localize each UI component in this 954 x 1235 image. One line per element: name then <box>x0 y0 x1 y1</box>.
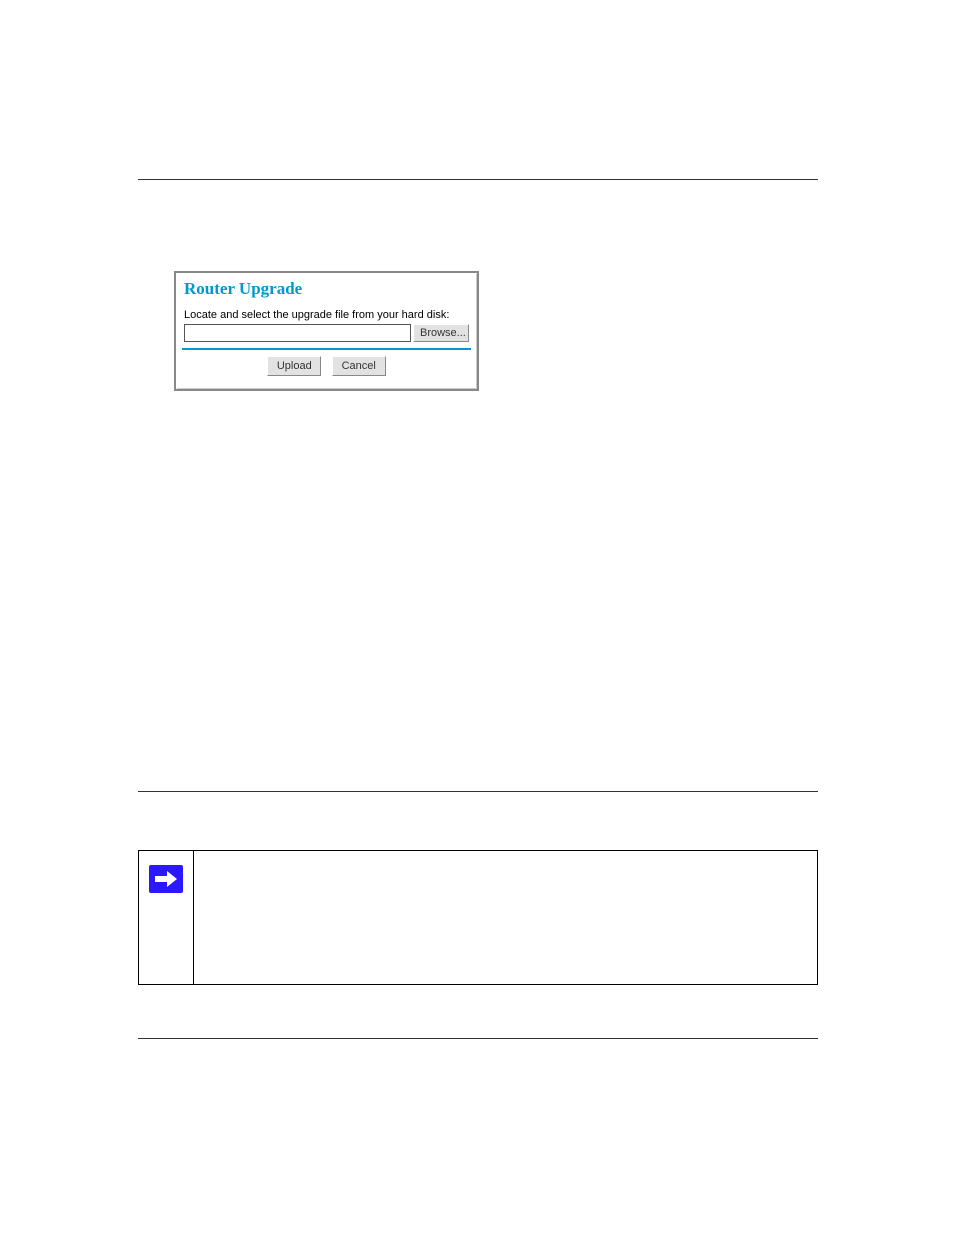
panel-divider <box>182 348 471 350</box>
upgrade-file-input[interactable] <box>184 324 411 342</box>
horizontal-rule <box>138 179 818 180</box>
note-icon-cell <box>139 851 194 984</box>
upload-button[interactable]: Upload <box>267 356 321 376</box>
cancel-button[interactable]: Cancel <box>332 356 386 376</box>
file-row: Browse... <box>184 324 469 342</box>
arrow-right-icon <box>149 865 183 893</box>
browse-button[interactable]: Browse... <box>413 324 469 342</box>
router-upgrade-panel: Router Upgrade Locate and select the upg… <box>174 271 479 391</box>
horizontal-rule <box>138 1038 818 1039</box>
note-text <box>194 851 817 984</box>
panel-button-row: Upload Cancel <box>184 356 469 376</box>
note-box <box>138 850 818 985</box>
horizontal-rule <box>138 791 818 792</box>
panel-title: Router Upgrade <box>184 279 469 299</box>
panel-instruction: Locate and select the upgrade file from … <box>184 309 469 321</box>
